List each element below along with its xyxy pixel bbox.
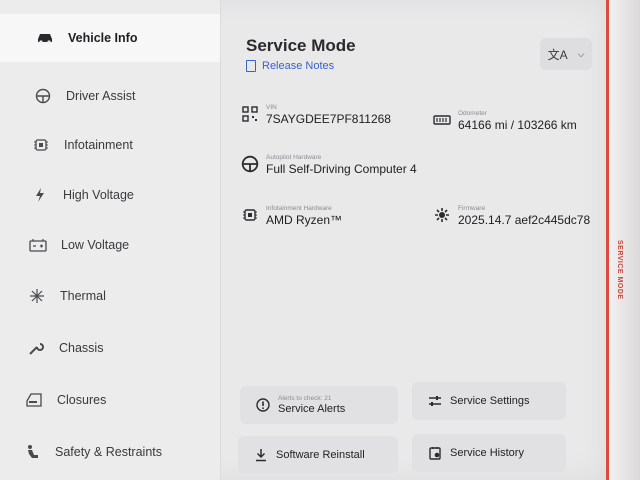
battery-icon (25, 236, 51, 254)
firmware-label: Firmware (458, 205, 486, 212)
sidebar-item-label: Closures (57, 393, 107, 407)
sidebar-item-infotainment[interactable]: Infotainment (0, 121, 220, 169)
service-history-label: Service History (450, 446, 524, 459)
service-settings-label: Service Settings (450, 394, 530, 407)
service-mode-tag: SERVICE MODE (616, 240, 623, 300)
seat-icon (19, 443, 45, 461)
sidebar-item-label: Infotainment (64, 138, 133, 152)
page-title: Service Mode (246, 36, 356, 55)
vin-label: VIN (266, 104, 277, 111)
main-panel: Service Mode Release Notes 文A ⌵ VIN 7SAY… (222, 0, 606, 480)
sidebar: Vehicle Info Driver Assist Infotainment … (0, 0, 221, 480)
sidebar-item-thermal[interactable]: Thermal (0, 272, 220, 320)
alert-icon (254, 398, 272, 412)
download-icon (252, 448, 270, 462)
odometer-label: Odometer (458, 110, 487, 117)
history-icon (426, 446, 444, 460)
firmware-field: Firmware 2025.14.7 aef2c445dc78 (432, 205, 590, 227)
software-reinstall-button[interactable]: Software Reinstall (238, 436, 398, 474)
qr-code-icon (240, 104, 260, 124)
language-button[interactable]: 文A ⌵ (540, 38, 592, 70)
infotainment-hardware-field: Infotainment Hardware AMD Ryzen™ (240, 205, 342, 227)
autopilot-label: Autopilot Hardware (266, 154, 322, 161)
chip-icon (28, 136, 54, 154)
sidebar-item-label: Chassis (59, 341, 104, 355)
sidebar-item-low-voltage[interactable]: Low Voltage (0, 221, 220, 269)
service-alerts-label: Service Alerts (278, 402, 346, 415)
service-history-button[interactable]: Service History (412, 434, 566, 472)
sidebar-item-label: Low Voltage (61, 238, 130, 252)
vin-value: 7SAYGDEE7PF811268 (266, 112, 391, 126)
document-icon (246, 60, 256, 72)
firmware-value: 2025.14.7 aef2c445dc78 (458, 213, 591, 227)
autopilot-hardware-field: Autopilot Hardware Full Self-Driving Com… (240, 154, 417, 176)
autopilot-value: Full Self-Driving Computer 4 (266, 162, 417, 176)
sidebar-item-safety-restraints[interactable]: Safety & Restraints (0, 428, 220, 476)
sidebar-item-label: Vehicle Info (68, 31, 138, 45)
sidebar-item-driver-assist[interactable]: Driver Assist (0, 72, 220, 120)
car-door-icon (21, 391, 47, 409)
sliders-icon (426, 395, 444, 407)
odometer-value: 64166 mi / 103266 km (458, 118, 577, 132)
odometer-icon (432, 110, 452, 130)
sidebar-item-vehicle-info[interactable]: Vehicle Info (0, 14, 220, 62)
sidebar-item-label: Driver Assist (66, 89, 136, 103)
sidebar-item-closures[interactable]: Closures (0, 376, 220, 424)
bolt-icon (27, 186, 53, 204)
release-notes-link[interactable]: Release Notes (246, 60, 334, 72)
steering-wheel-icon (240, 154, 260, 174)
chevron-down-icon: ⌵ (577, 48, 585, 59)
chip-icon (240, 205, 260, 225)
sidebar-item-label: Thermal (60, 289, 106, 303)
sidebar-item-label: High Voltage (63, 188, 134, 202)
alerts-count: Alerts to check: 21 (278, 394, 332, 402)
gear-icon (432, 205, 452, 225)
sidebar-item-label: Safety & Restraints (55, 445, 162, 459)
screen-bezel (606, 0, 640, 480)
infotainment-label: Infotainment Hardware (266, 205, 332, 212)
release-notes-label: Release Notes (262, 60, 335, 72)
wrench-icon (23, 339, 49, 357)
steering-wheel-icon (30, 87, 56, 105)
snowflake-icon (24, 287, 50, 305)
software-reinstall-label: Software Reinstall (276, 448, 365, 461)
car-icon (32, 29, 58, 47)
infotainment-value: AMD Ryzen™ (266, 213, 343, 227)
vin-field: VIN 7SAYGDEE7PF811268 (240, 104, 391, 126)
service-alerts-button[interactable]: Alerts to check: 21 Service Alerts (240, 386, 398, 424)
odometer-field: Odometer 64166 mi / 103266 km (432, 110, 577, 132)
sidebar-item-high-voltage[interactable]: High Voltage (0, 171, 220, 219)
translate-icon: 文A (547, 47, 568, 62)
screen: Vehicle Info Driver Assist Infotainment … (0, 0, 608, 480)
service-settings-button[interactable]: Service Settings (412, 382, 566, 420)
sidebar-item-chassis[interactable]: Chassis (0, 324, 220, 372)
